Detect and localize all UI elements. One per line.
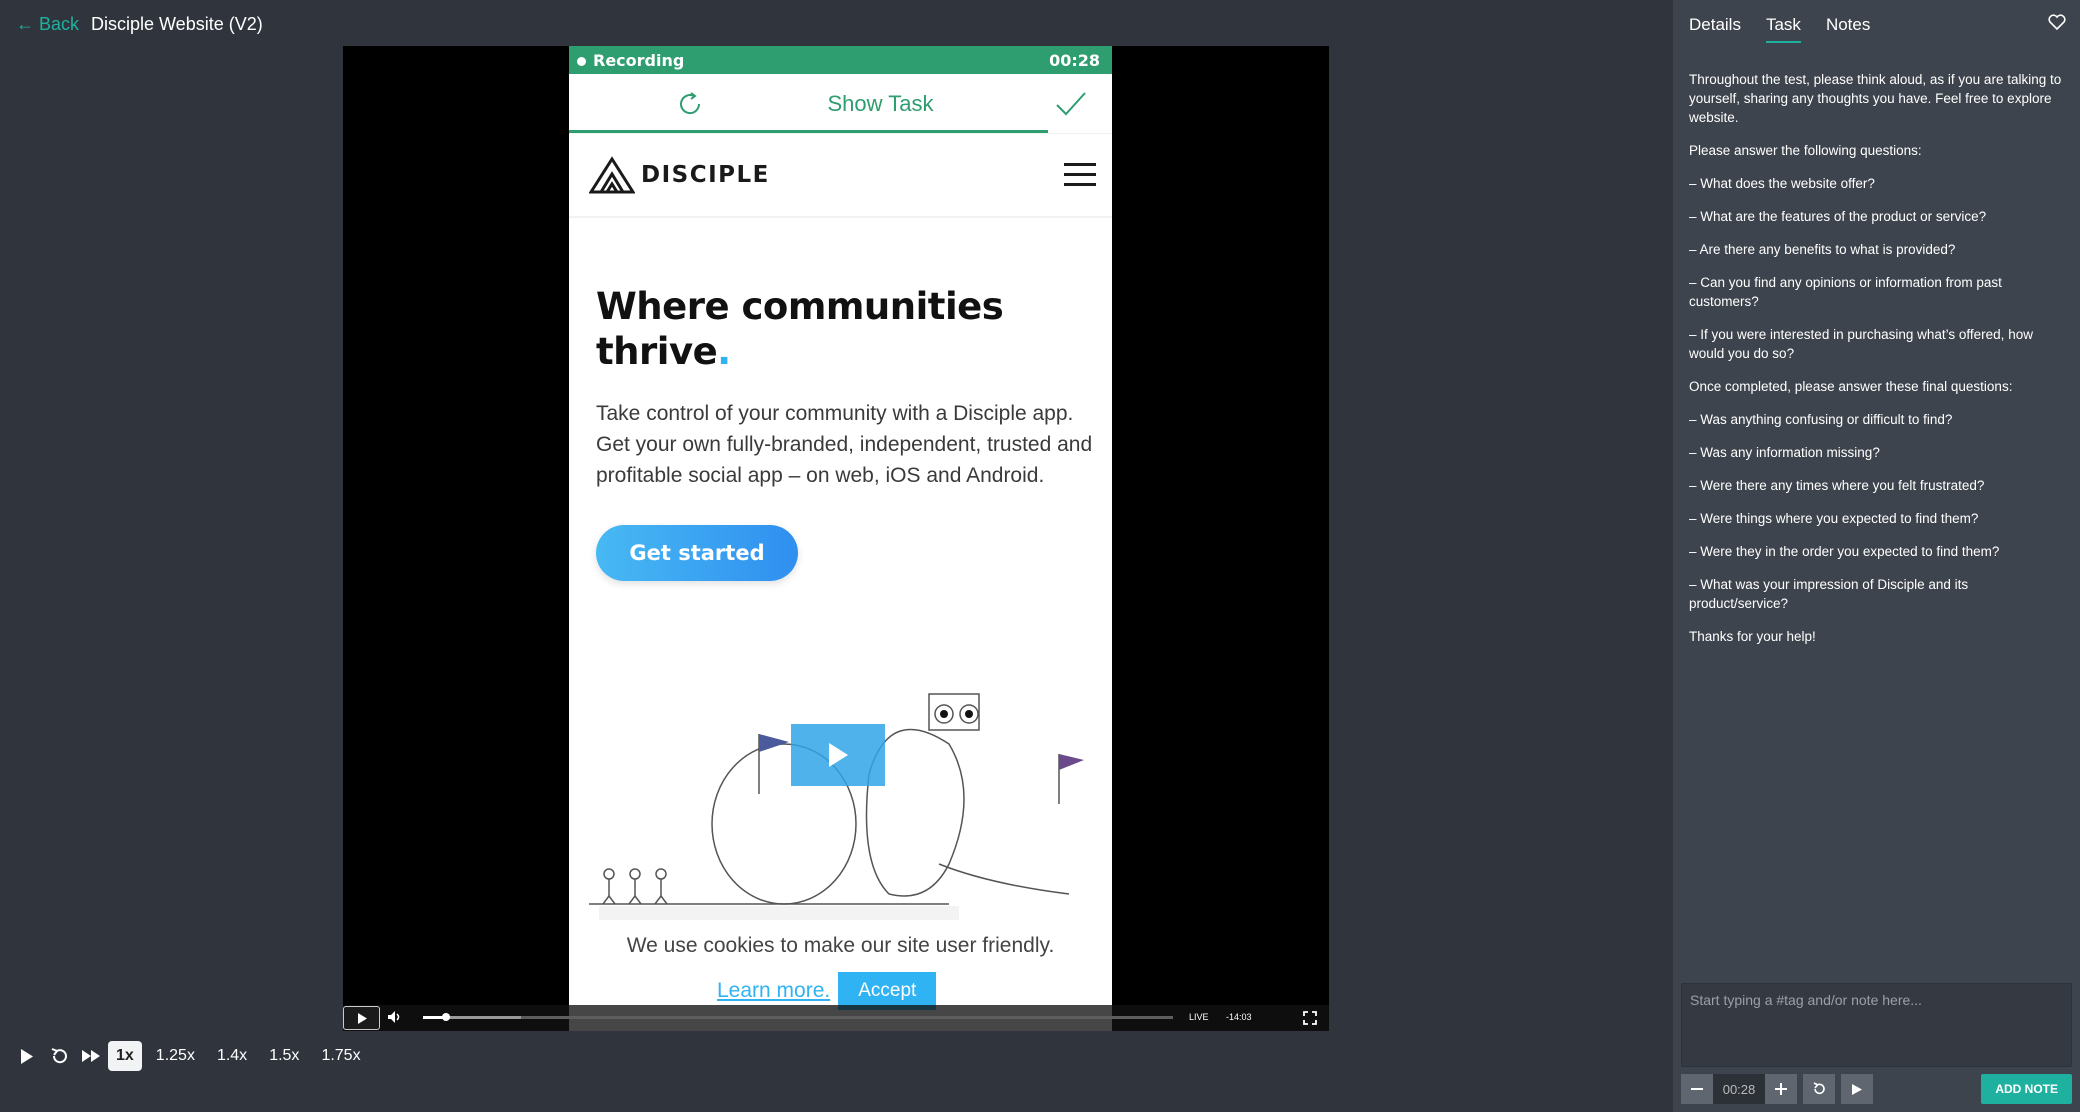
play-icon [357,1012,367,1024]
video-play-overlay [791,724,885,786]
task-line: – What does the website offer? [1689,176,1875,191]
note-controls: 00:28 ADD NOTE [1681,1074,2072,1104]
video-play-button[interactable] [343,1006,380,1030]
hamburger-menu-icon [1064,163,1096,186]
play-button[interactable] [12,1041,42,1071]
video-control-bar: LIVE -14:03 [343,1005,1329,1031]
logo-text: DISCIPLE [641,162,770,188]
heart-icon[interactable] [2048,14,2066,30]
time-decrease-button[interactable] [1681,1074,1713,1104]
replay-icon [1813,1082,1825,1095]
hero-text: Take control of your community with a Di… [596,402,1093,487]
note-play-button[interactable] [1841,1074,1873,1104]
task-instructions: Throughout the test, please think aloud,… [1689,70,2067,660]
live-label: LIVE [1189,1012,1209,1022]
task-line: – What are the features of the product o… [1689,209,1987,224]
video-player[interactable]: Recording 00:28 Show Task DISCIPLE Where… [343,46,1329,1031]
recording-time: 00:28 [1049,50,1100,70]
task-line: – Was any information missing? [1689,445,1880,460]
speed-1-25x[interactable]: 1.25x [148,1041,203,1071]
recording-bar: Recording 00:28 [569,46,1112,74]
speed-1-4x[interactable]: 1.4x [209,1041,255,1071]
disciple-logo-icon [589,156,635,194]
play-icon [21,1048,33,1064]
task-line: – Are there any benefits to what is prov… [1689,242,1956,257]
task-line: – If you were interested in purchasing w… [1689,327,2033,361]
hero-title-text: Where communities thrive [596,285,1004,373]
back-link[interactable]: ← Back [16,14,79,35]
task-bar: Show Task [569,74,1112,134]
play-icon [829,743,848,767]
recording-dot-icon [577,56,586,66]
note-timestamp[interactable]: 00:28 [1713,1074,1765,1104]
time-remaining: -14:03 [1226,1012,1252,1022]
hero-title: Where communities thrive. [596,284,1036,374]
tab-notes[interactable]: Notes [1826,15,1870,43]
community-illustration [589,693,1084,920]
check-icon [1056,92,1086,116]
playback-controls: 1x 1.25x 1.4x 1.5x 1.75x [12,1040,375,1072]
page-title: Disciple Website (V2) [91,14,263,34]
learn-more-link: Learn more. [717,979,831,1002]
panel-tabs: Details Task Notes [1689,15,1870,43]
fast-forward-button[interactable] [76,1041,106,1071]
scrubber-handle[interactable] [441,1013,450,1021]
note-input[interactable] [1681,983,2072,1067]
task-line: Thanks for your help! [1689,629,1816,644]
recording-status: Recording [593,50,685,70]
tab-task[interactable]: Task [1765,15,1801,43]
get-started-button: Get started [596,525,798,581]
rewind-icon [51,1048,67,1064]
replay-button[interactable] [1803,1074,1835,1104]
show-task-label: Show Task [827,90,934,116]
time-increase-button[interactable] [1765,1074,1797,1104]
hero-title-dot: . [717,330,731,373]
refresh-icon [680,92,701,115]
speed-1-75x[interactable]: 1.75x [313,1041,368,1071]
fullscreen-icon[interactable] [1303,1011,1317,1025]
speed-1x[interactable]: 1x [108,1041,142,1071]
side-panel: Details Task Notes Throughout the test, … [1673,0,2080,1112]
task-line: – Were there any times where you felt fr… [1689,478,1985,493]
task-line: Once completed, please answer these fina… [1689,379,2013,394]
add-note-button[interactable]: ADD NOTE [1981,1074,2072,1104]
task-line: Throughout the test, please think aloud,… [1689,72,2062,125]
task-progress-line [569,130,1048,133]
task-line: – What was your impression of Disciple a… [1689,577,1969,611]
tab-details[interactable]: Details [1689,15,1741,43]
video-scrubber[interactable] [423,1013,1173,1021]
task-line: – Was anything confusing or difficult to… [1689,412,1953,427]
fast-forward-icon [82,1050,100,1062]
task-line: Please answer the following questions: [1689,143,1922,158]
speed-1-5x[interactable]: 1.5x [261,1041,307,1071]
minus-icon [1691,1088,1703,1090]
cookie-notice: We use cookies to make our site user fri… [626,934,1055,957]
site-header: DISCIPLE [569,134,1112,218]
task-line: – Were things where you expected to find… [1689,511,1979,526]
play-icon [1852,1083,1862,1095]
volume-icon[interactable] [387,1010,403,1024]
disciple-logo: DISCIPLE [589,156,770,194]
task-line: – Can you find any opinions or informati… [1689,275,2002,309]
task-line: – Were they in the order you expected to… [1689,544,2000,559]
recorded-phone-screen: Recording 00:28 Show Task DISCIPLE Where… [569,46,1112,1031]
rewind-button[interactable] [44,1041,74,1071]
plus-icon [1775,1083,1787,1095]
